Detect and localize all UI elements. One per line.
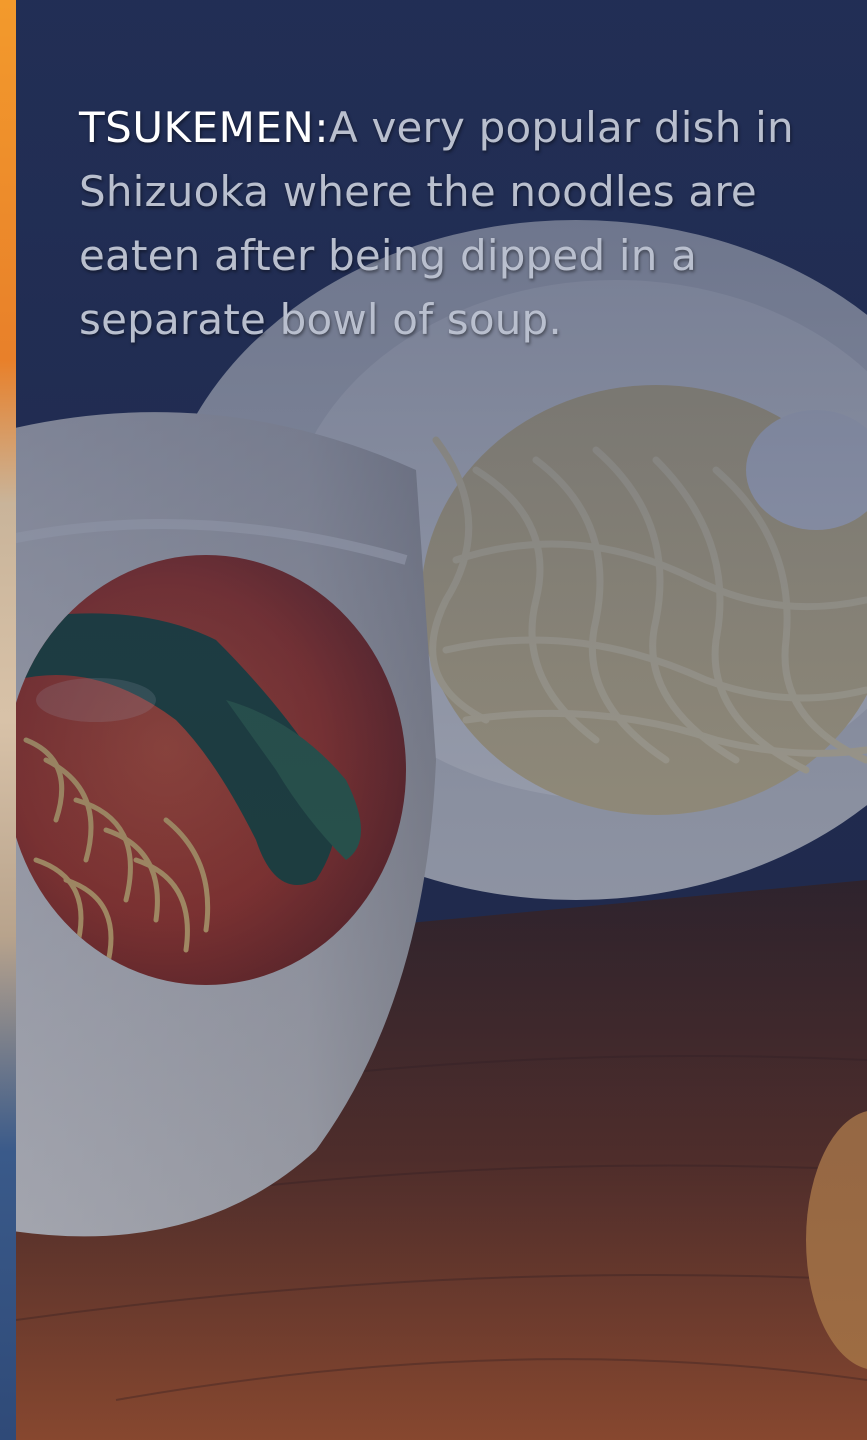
adjacent-slide-edge: [0, 0, 16, 1440]
caption: TSUKEMEN:A very popular dish in Shizuoka…: [79, 96, 799, 352]
slide-page: TSUKEMEN:A very popular dish in Shizuoka…: [0, 0, 867, 1440]
caption-term: TSUKEMEN:: [79, 103, 329, 152]
